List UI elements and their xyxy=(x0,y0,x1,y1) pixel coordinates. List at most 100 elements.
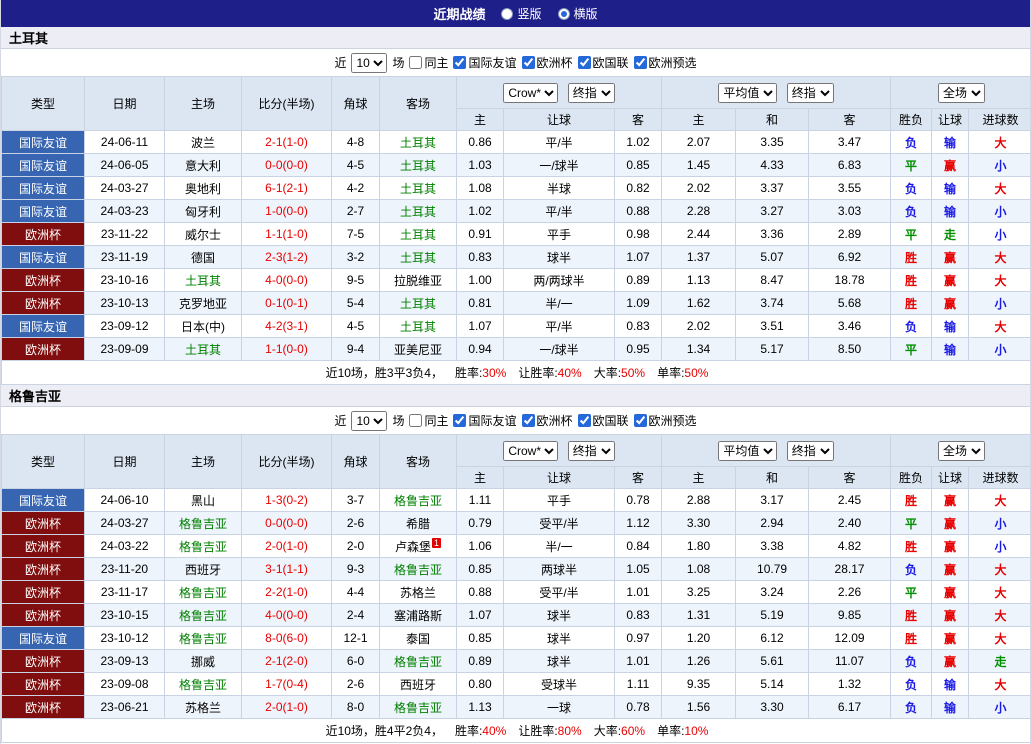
corner-score: 3-2 xyxy=(331,245,380,269)
home-team-name: 格鲁吉亚 xyxy=(164,534,242,558)
euro-qualifier-checkbox[interactable] xyxy=(633,414,647,427)
result-outcome: 胜 xyxy=(890,245,933,269)
away-team-name: 格鲁吉亚 xyxy=(379,488,457,512)
euro-qualifier-checkbox[interactable] xyxy=(633,56,647,69)
match-row: 欧洲杯 23-11-20 西班牙 3-1(1-1) 9-3 格鲁吉亚 0.85 两球半 1.05… xyxy=(1,557,1030,581)
subcol-avg-home: 主 xyxy=(661,466,737,489)
bookmaker-final-select[interactable]: 终指 xyxy=(567,82,615,103)
filter-nations-league[interactable]: 欧国联 xyxy=(577,54,629,71)
bookmaker-final-select[interactable]: 终指 xyxy=(567,440,615,461)
result-goals: 小 xyxy=(968,199,1030,223)
match-count-select[interactable]: 10 xyxy=(351,410,388,431)
avg-home-odds: 1.08 xyxy=(661,557,737,581)
avg-home-odds: 1.80 xyxy=(661,534,737,558)
filter-euro-qualifier[interactable]: 欧洲预选 xyxy=(633,412,697,429)
nations-league-checkbox[interactable] xyxy=(577,414,591,427)
match-date: 23-09-12 xyxy=(84,314,165,338)
result-goals: 大 xyxy=(968,672,1030,696)
euro-checkbox[interactable] xyxy=(521,56,535,69)
filter-friendly[interactable]: 国际友谊 xyxy=(453,412,517,429)
bookmaker-select[interactable]: Crow* xyxy=(503,82,559,103)
match-score: 2-3(1-2) xyxy=(241,245,332,269)
match-type-cell: 欧洲杯 xyxy=(1,291,85,315)
avg-draw-odds: 3.27 xyxy=(735,199,810,223)
away-team-name: 亚美尼亚 xyxy=(379,337,457,361)
away-team-name: 格鲁吉亚 xyxy=(379,649,457,673)
crown-handicap-line: 平手 xyxy=(503,222,615,246)
avg-away-odds: 4.82 xyxy=(808,534,892,558)
avg-home-odds: 1.26 xyxy=(661,649,737,673)
col-type: 类型 xyxy=(1,76,85,131)
corner-score: 2-4 xyxy=(331,603,380,627)
home-team-name: 格鲁吉亚 xyxy=(164,580,242,604)
radio-icon xyxy=(557,7,570,20)
avg-away-odds: 3.46 xyxy=(808,314,892,338)
match-score: 4-2(3-1) xyxy=(241,314,332,338)
filter-friendly[interactable]: 国际友谊 xyxy=(453,54,517,71)
layout-radio-vertical[interactable]: 竖版 xyxy=(501,5,542,22)
crown-home-odds: 1.13 xyxy=(456,695,504,719)
corner-score: 4-2 xyxy=(331,176,380,200)
result-outcome: 负 xyxy=(890,199,933,223)
filter-euro[interactable]: 欧洲杯 xyxy=(521,412,573,429)
crown-home-odds: 0.85 xyxy=(456,626,504,650)
subcol-odds-away: 客 xyxy=(613,108,663,131)
match-count-select[interactable]: 10 xyxy=(351,52,388,73)
result-handicap: 赢 xyxy=(931,245,970,269)
win-rate: 胜率:30% xyxy=(454,366,507,380)
crown-handicap-line: 球半 xyxy=(503,649,615,673)
filter-euro-qualifier[interactable]: 欧洲预选 xyxy=(633,54,697,71)
home-team-name: 格鲁吉亚 xyxy=(164,603,242,627)
match-date: 24-06-05 xyxy=(84,153,165,177)
home-team-name: 匈牙利 xyxy=(164,199,242,223)
bookmaker-select[interactable]: Crow* xyxy=(503,440,559,461)
scope-select[interactable]: 全场 xyxy=(938,440,986,461)
average-select[interactable]: 平均值 xyxy=(718,82,778,103)
subcol-avg-away: 客 xyxy=(808,108,892,131)
match-date: 23-10-12 xyxy=(84,626,165,650)
corner-score: 9-5 xyxy=(331,268,380,292)
result-outcome: 胜 xyxy=(890,603,933,627)
layout-radio-horizontal[interactable]: 横版 xyxy=(557,5,598,22)
filter-euro[interactable]: 欧洲杯 xyxy=(521,54,573,71)
average-final-select[interactable]: 终指 xyxy=(786,82,834,103)
avg-draw-odds: 4.33 xyxy=(735,153,810,177)
avg-draw-odds: 5.07 xyxy=(735,245,810,269)
near-label: 近 xyxy=(334,56,347,70)
avg-away-odds: 2.89 xyxy=(808,222,892,246)
result-outcome: 负 xyxy=(890,649,933,673)
filter-same-home[interactable]: 同主 xyxy=(409,412,448,429)
same-home-checkbox[interactable] xyxy=(409,414,423,427)
friendly-checkbox[interactable] xyxy=(453,56,467,69)
filter-same-home[interactable]: 同主 xyxy=(409,54,448,71)
col-away: 客场 xyxy=(379,434,457,489)
scope-select[interactable]: 全场 xyxy=(938,82,986,103)
corner-score: 4-4 xyxy=(331,580,380,604)
result-goals: 大 xyxy=(968,245,1030,269)
corner-score: 3-7 xyxy=(331,488,380,512)
team-section-turkey: 土耳其 近 10 场 同主 国际友谊 欧洲杯 欧国联 欧洲预选 类型 日期 主场… xyxy=(1,27,1030,385)
avg-home-odds: 1.62 xyxy=(661,291,737,315)
home-team-name: 格鲁吉亚 xyxy=(164,626,242,650)
friendly-checkbox[interactable] xyxy=(453,414,467,427)
match-row: 国际友谊 23-10-12 格鲁吉亚 8-0(6-0) 12-1 泰国 0.85 球半 0.97… xyxy=(1,626,1030,650)
same-home-checkbox[interactable] xyxy=(409,56,423,69)
match-row: 国际友谊 24-06-11 波兰 2-1(1-0) 4-8 土耳其 0.86 平/半 1.02 2… xyxy=(1,130,1030,154)
avg-draw-odds: 3.36 xyxy=(735,222,810,246)
away-team-name: 土耳其 xyxy=(379,314,457,338)
match-type-cell: 国际友谊 xyxy=(1,130,85,154)
match-type-cell: 国际友谊 xyxy=(1,199,85,223)
filter-nations-league[interactable]: 欧国联 xyxy=(577,412,629,429)
over-rate: 大率:60% xyxy=(593,724,646,738)
match-date: 23-10-16 xyxy=(84,268,165,292)
result-handicap: 赢 xyxy=(931,580,970,604)
odd-rate: 单率:10% xyxy=(657,724,709,738)
subcol-goals-result: 进球数 xyxy=(968,466,1030,489)
nations-league-checkbox[interactable] xyxy=(577,56,591,69)
average-final-select[interactable]: 终指 xyxy=(786,440,834,461)
avg-home-odds: 1.37 xyxy=(661,245,737,269)
average-select[interactable]: 平均值 xyxy=(718,440,778,461)
euro-checkbox[interactable] xyxy=(521,414,535,427)
result-handicap: 赢 xyxy=(931,291,970,315)
team-name-georgia: 格鲁吉亚 xyxy=(1,385,1030,407)
